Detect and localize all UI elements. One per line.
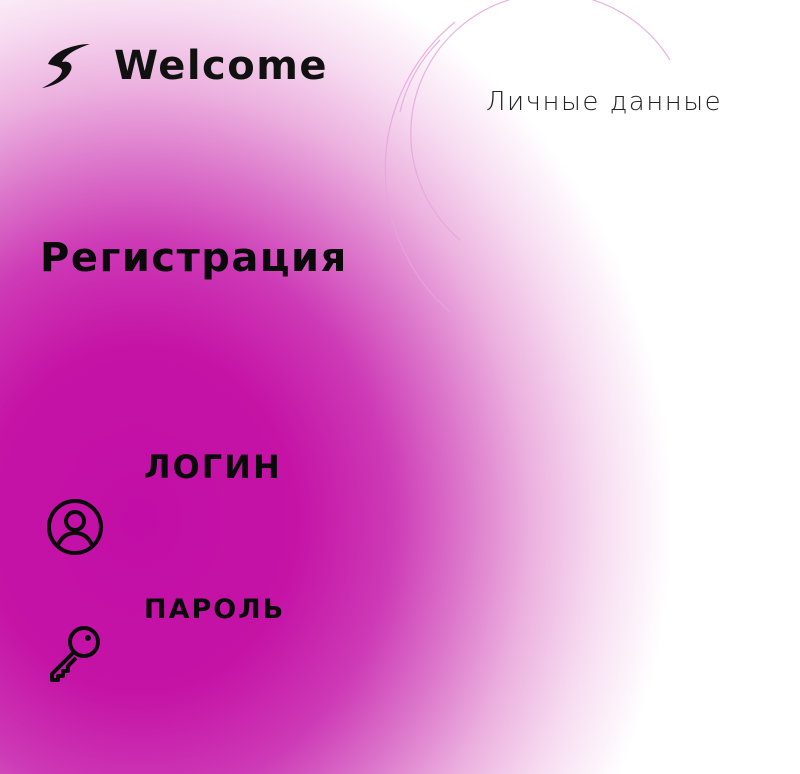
login-label: ЛОГИН — [144, 448, 282, 486]
brand-title[interactable]: Welcome — [114, 44, 328, 88]
password-input[interactable] — [144, 640, 448, 682]
login-input[interactable] — [144, 504, 448, 546]
password-label: ПАРОЛЬ — [144, 594, 286, 625]
user-icon — [46, 498, 104, 556]
key-icon — [46, 624, 104, 682]
personal-data-link[interactable]: Личные данные — [486, 87, 722, 118]
swoosh-logo-icon[interactable] — [40, 40, 92, 92]
page-title: Регистрация — [40, 235, 348, 281]
